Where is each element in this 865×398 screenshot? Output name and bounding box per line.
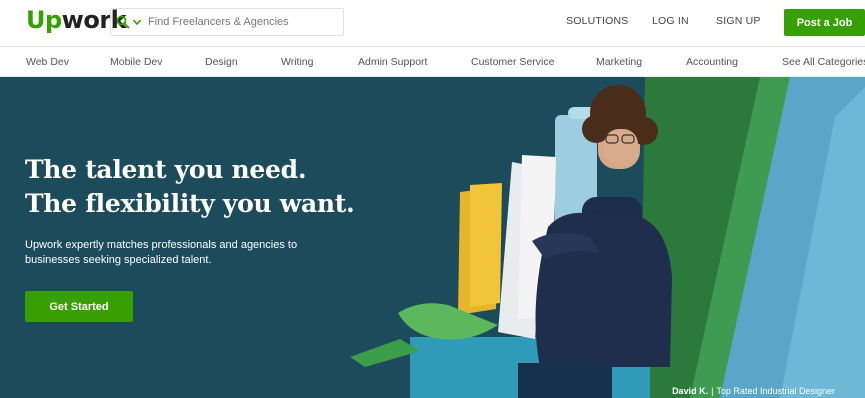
category-see-all[interactable]: See All Categories	[782, 56, 865, 68]
hero-headline-line1: The talent you need.	[25, 155, 307, 184]
chevron-down-icon[interactable]	[132, 17, 142, 27]
category-mobile-dev[interactable]: Mobile Dev	[110, 56, 163, 68]
hero-headline: The talent you need. The flexibility you…	[25, 153, 355, 221]
hero-banner: The talent you need. The flexibility you…	[0, 77, 865, 398]
caption-separator: |	[711, 386, 714, 396]
category-customer-service[interactable]: Customer Service	[471, 56, 554, 68]
logo-up-text: Up	[26, 6, 62, 34]
category-web-dev[interactable]: Web Dev	[26, 56, 69, 68]
post-job-button[interactable]: Post a Job	[784, 9, 865, 36]
login-link[interactable]: LOG IN	[652, 15, 689, 27]
category-design[interactable]: Design	[205, 56, 238, 68]
search-input[interactable]	[148, 16, 328, 28]
hero-headline-line2: The flexibility you want.	[25, 189, 355, 218]
search-icon[interactable]	[116, 15, 130, 29]
category-admin-support[interactable]: Admin Support	[358, 56, 427, 68]
get-started-button[interactable]: Get Started	[25, 291, 133, 322]
search-box[interactable]	[110, 8, 344, 36]
top-navigation: Upwork SOLUTIONS LOG IN SIGN UP Post a J…	[0, 0, 865, 46]
photo-caption: David K. | Top Rated Industrial Designer	[672, 386, 835, 396]
category-marketing[interactable]: Marketing	[596, 56, 642, 68]
category-bar: Web Dev Mobile Dev Design Writing Admin …	[0, 46, 865, 77]
caption-name: David K.	[672, 386, 709, 396]
category-accounting[interactable]: Accounting	[686, 56, 738, 68]
category-writing[interactable]: Writing	[281, 56, 313, 68]
caption-role: Top Rated Industrial Designer	[716, 386, 835, 396]
solutions-link[interactable]: SOLUTIONS	[566, 15, 628, 27]
hero-subtext: Upwork expertly matches professionals an…	[25, 239, 298, 266]
signup-link[interactable]: SIGN UP	[716, 15, 761, 27]
